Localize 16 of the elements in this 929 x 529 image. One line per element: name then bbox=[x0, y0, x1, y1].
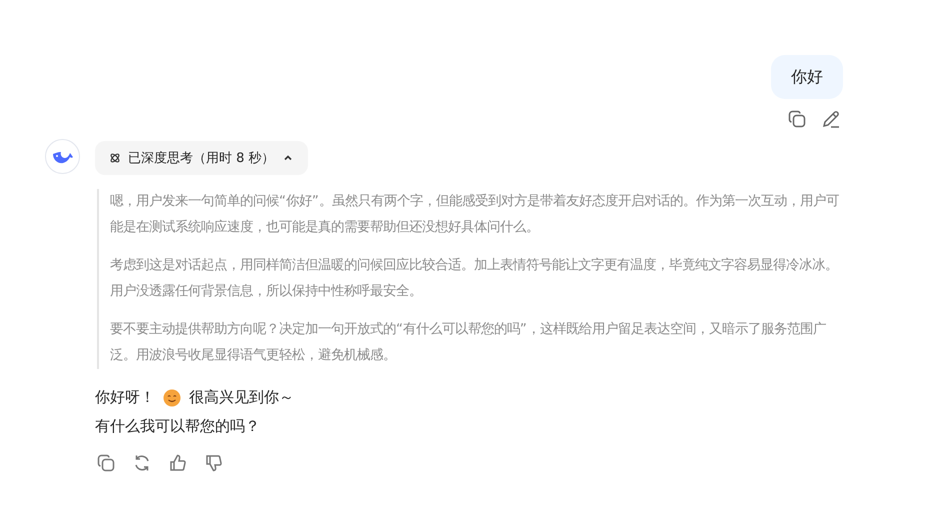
atom-icon bbox=[109, 152, 121, 164]
user-message-bubble: 你好 bbox=[771, 55, 843, 99]
edit-icon[interactable] bbox=[821, 109, 841, 129]
reply-text: 很高兴见到你～ bbox=[189, 387, 294, 408]
thumbs-down-icon[interactable] bbox=[204, 453, 224, 473]
thumbs-up-icon[interactable] bbox=[168, 453, 188, 473]
whale-avatar-icon bbox=[45, 139, 80, 174]
reply-text: 你好呀！ bbox=[95, 387, 155, 408]
copy-icon[interactable] bbox=[96, 453, 116, 473]
reply-text: 有什么我可以帮您的吗？ bbox=[95, 416, 260, 437]
thinking-paragraph: 要不要主动提供帮助方向呢？决定加一句开放式的“有什么可以帮您的吗”，这样既给用户留足表达空间，又暗示了服务范围广泛。用波浪号收尾显得语气更轻松，避免机械感。 bbox=[110, 320, 827, 365]
smiley-icon bbox=[163, 388, 181, 406]
thinking-paragraph: 嗯，用户发来一句简单的问候“你好”。虽然只有两个字，但能感受到对方是带着友好态度开启对话的。作为第一次互动，用户可能是在测试系统响应速度，也可能是真的需要帮助但还没想好具体问什么。 bbox=[110, 192, 840, 237]
thinking-paragraph: 考虑到这是对话起点，用同样简洁但温暖的问候回应比较合适。加上表情符号能让文字更有温度，毕竟纯文字容易显得冷冰冰。用户没透露任何背景信息，所以保持中性称呼最安全。 bbox=[110, 256, 839, 301]
copy-icon[interactable] bbox=[787, 109, 807, 129]
thinking-toggle-button[interactable]: 已深度思考（用时 8 秒） bbox=[95, 141, 308, 175]
